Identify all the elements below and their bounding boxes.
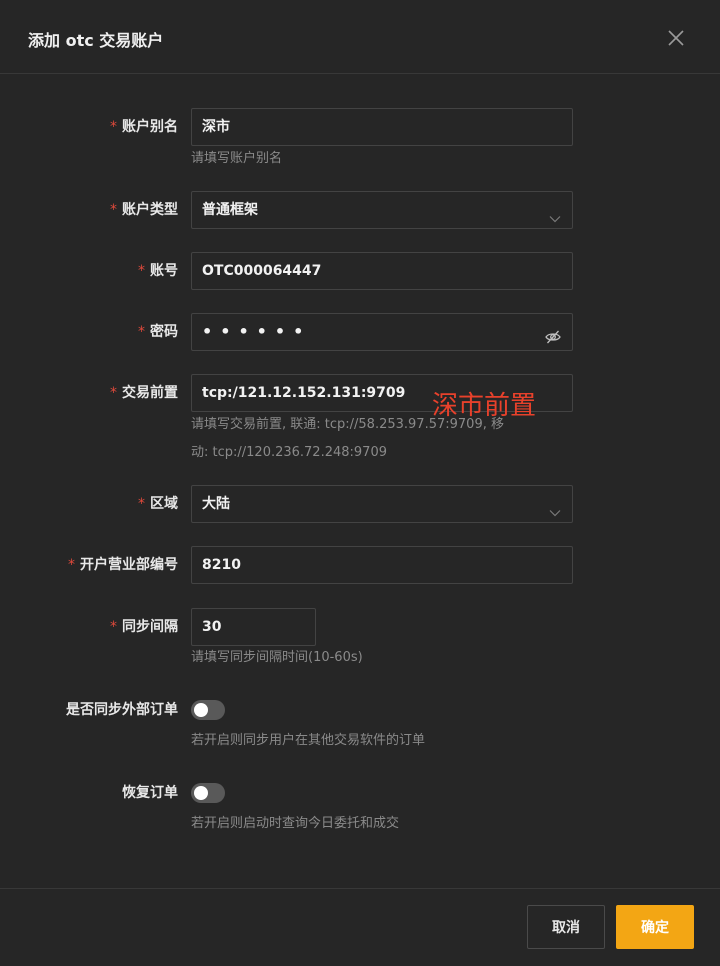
toggle-knob: [194, 786, 208, 800]
dialog-footer: 取消 确定: [0, 888, 720, 966]
required-mark: *: [110, 119, 117, 135]
required-mark: *: [138, 496, 145, 512]
password-value: ••••••: [202, 322, 312, 341]
annotation-text: 深市前置: [432, 391, 537, 421]
sync-external-orders-help: 若开启则同步用户在其他交易软件的订单: [191, 733, 426, 748]
sync-external-orders-label: 是否同步外部订单: [66, 702, 178, 718]
branch-no-input[interactable]: 8210: [191, 546, 573, 584]
required-mark: *: [110, 385, 117, 401]
region-label: * 区域: [138, 496, 178, 512]
cancel-button[interactable]: 取消: [527, 905, 605, 949]
required-mark: *: [138, 263, 145, 279]
region-value: 大陆: [202, 496, 230, 512]
chevron-down-icon: [548, 498, 562, 517]
confirm-button[interactable]: 确定: [616, 905, 694, 949]
password-input[interactable]: ••••••: [191, 313, 573, 351]
account-type-label: * 账户类型: [110, 202, 178, 218]
front-address-help-line2: 动: tcp://120.236.72.248:9709: [191, 445, 387, 460]
add-otc-account-dialog: 添加 otc 交易账户 * 账户别名 深市 请填写账户别名 * 账户类型 普通框架 …: [0, 0, 720, 966]
restore-orders-help: 若开启则启动时查询今日委托和成交: [191, 816, 400, 831]
front-address-label: * 交易前置: [110, 385, 178, 401]
restore-orders-label: 恢复订单: [122, 785, 178, 801]
required-mark: *: [68, 557, 75, 573]
chevron-down-icon: [548, 204, 562, 223]
region-select[interactable]: 大陆: [191, 485, 573, 523]
sync-interval-help: 请填写同步间隔时间(10-60s): [191, 650, 363, 665]
required-mark: *: [138, 324, 145, 340]
close-icon[interactable]: [664, 26, 688, 50]
sync-interval-input[interactable]: 30: [191, 608, 316, 646]
required-mark: *: [110, 202, 117, 218]
password-label: * 密码: [138, 324, 178, 340]
toggle-knob: [194, 703, 208, 717]
account-alias-input[interactable]: 深市: [191, 108, 573, 146]
account-alias-label: * 账户别名: [110, 119, 178, 135]
eye-off-icon[interactable]: [544, 324, 562, 344]
account-type-select[interactable]: 普通框架: [191, 191, 573, 229]
dialog-title: 添加 otc 交易账户: [28, 31, 164, 50]
required-mark: *: [110, 619, 117, 635]
sync-interval-label: * 同步间隔: [110, 619, 178, 635]
account-type-value: 普通框架: [202, 202, 258, 218]
account-no-input[interactable]: OTC000064447: [191, 252, 573, 290]
restore-orders-toggle[interactable]: [191, 783, 225, 803]
dialog-header: 添加 otc 交易账户: [0, 0, 720, 74]
account-no-label: * 账号: [138, 263, 178, 279]
sync-external-orders-toggle[interactable]: [191, 700, 225, 720]
account-alias-help: 请填写账户别名: [191, 151, 283, 166]
branch-no-label: * 开户营业部编号: [68, 557, 178, 573]
